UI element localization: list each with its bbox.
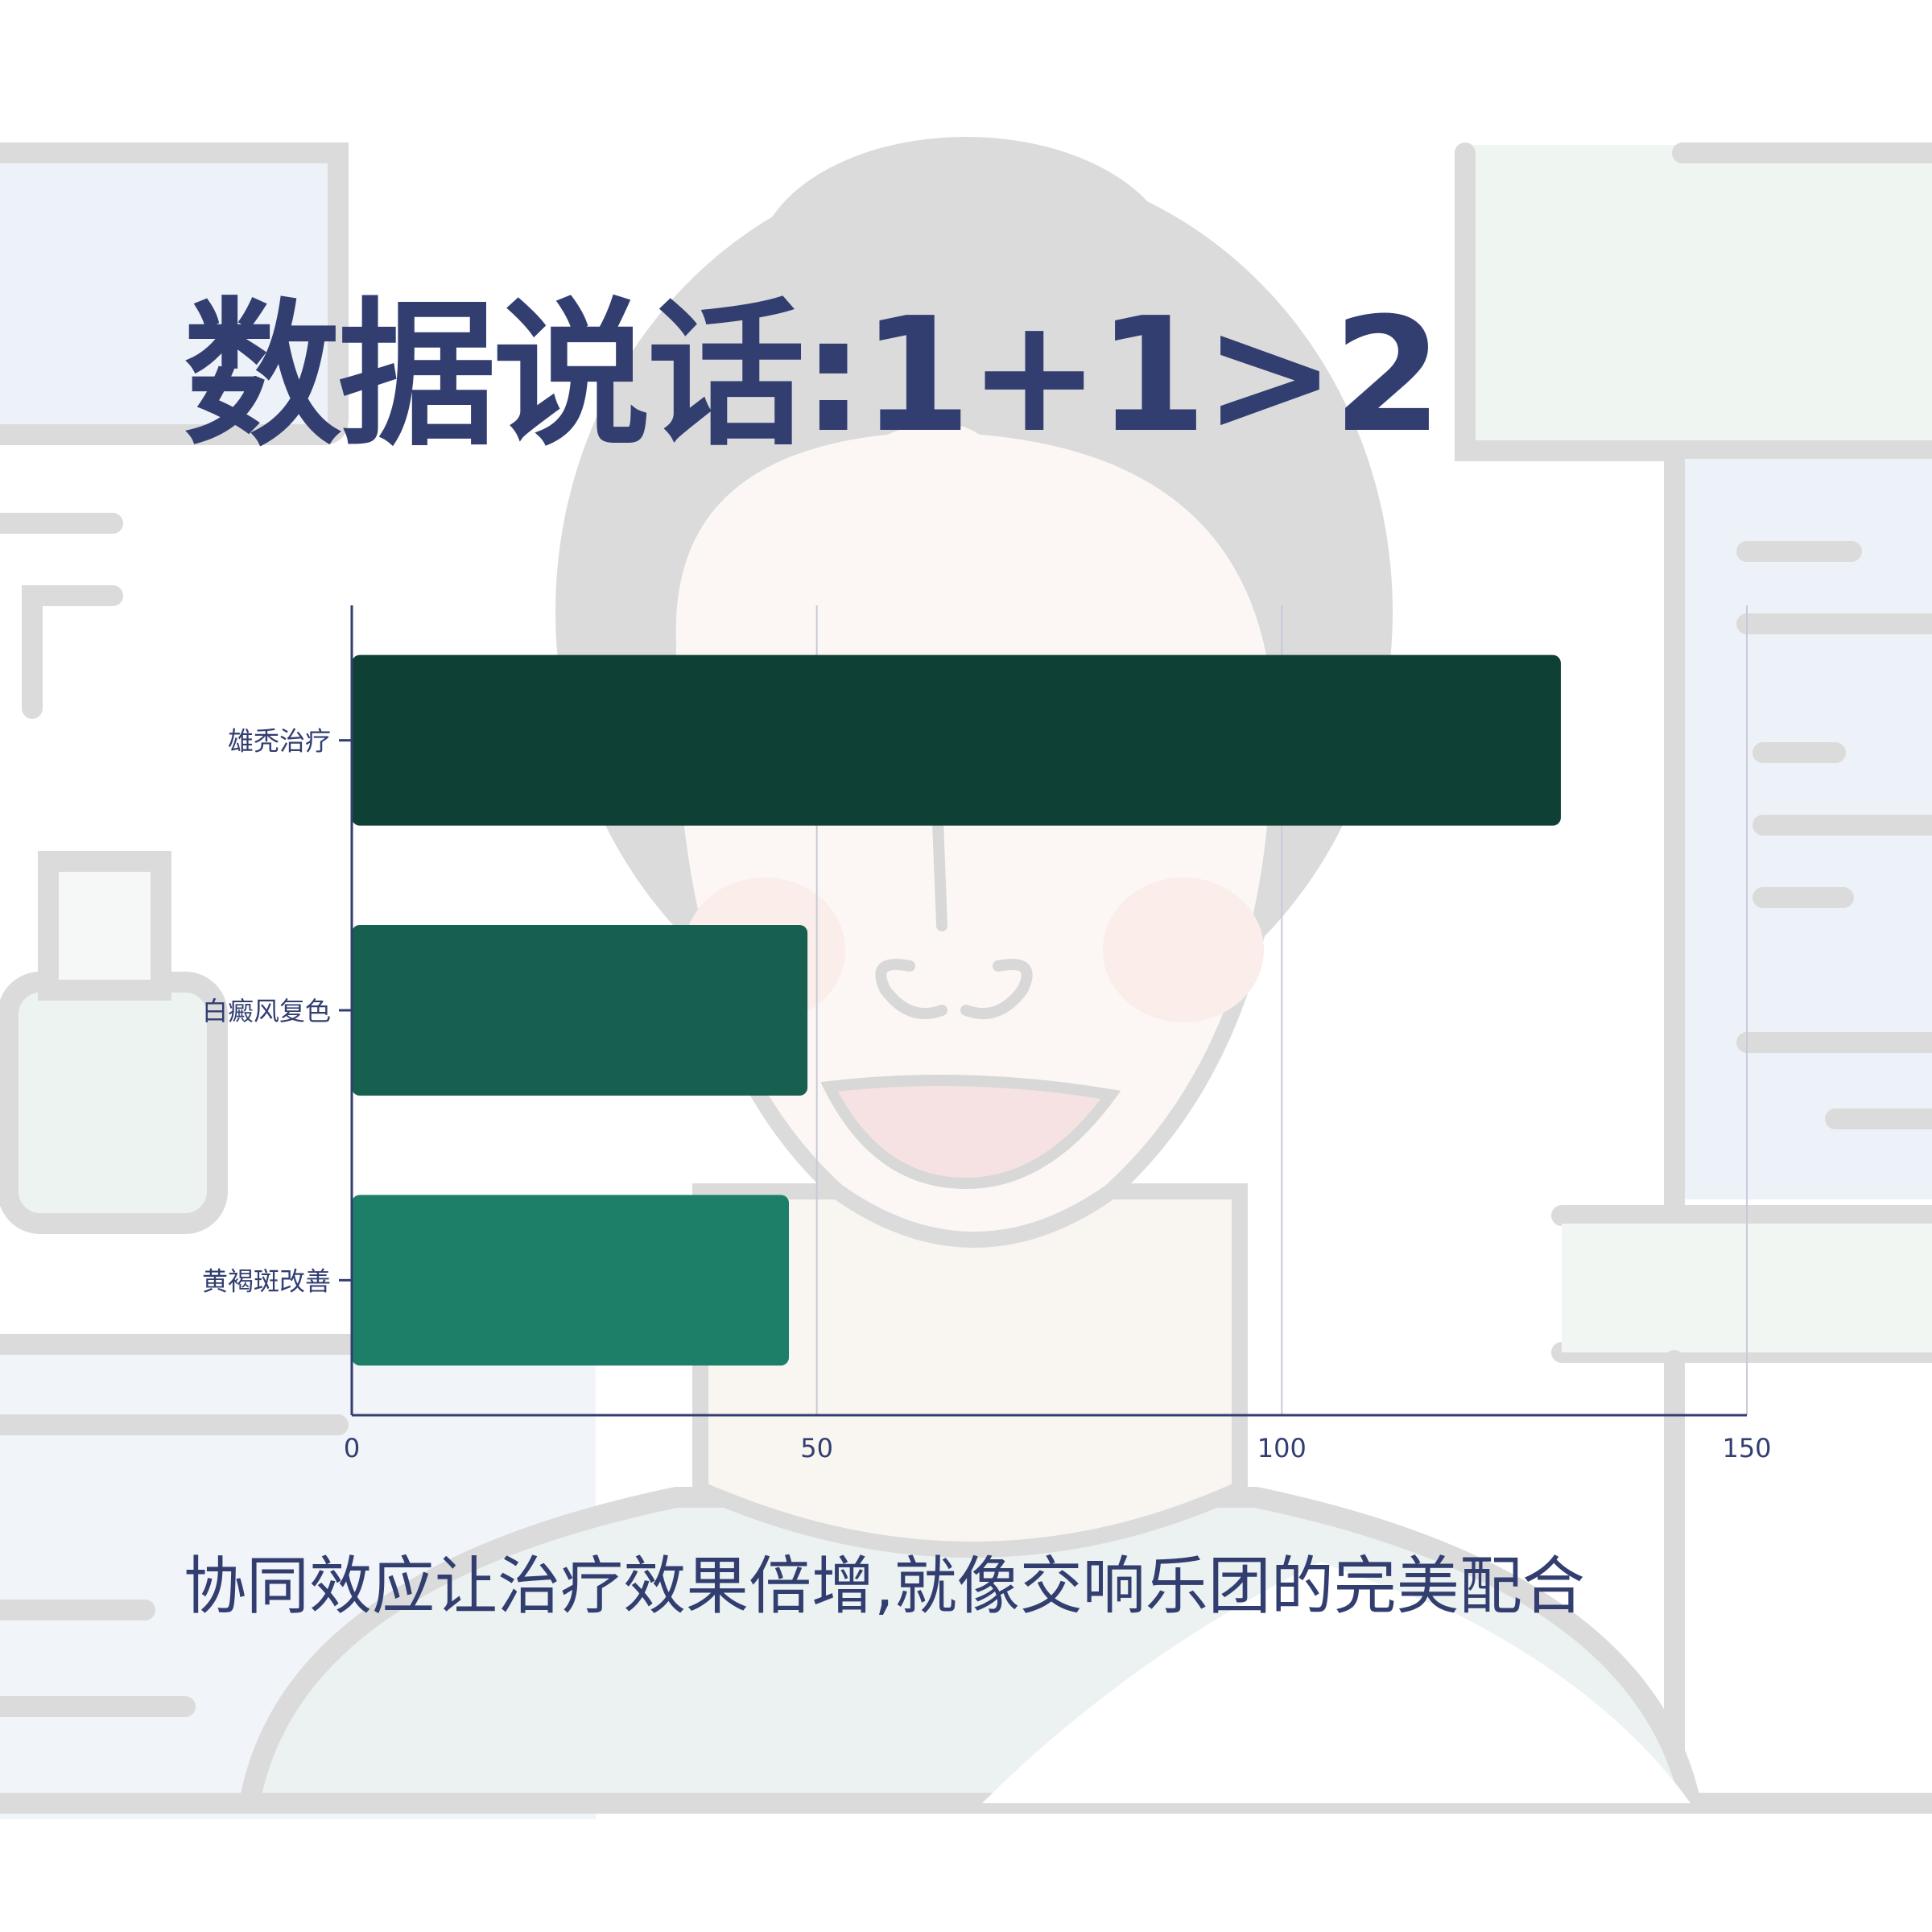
bars xyxy=(352,654,1561,1366)
x-tick-label-0: 0 xyxy=(344,1433,360,1463)
x-tick-label-3: 150 xyxy=(1722,1433,1771,1463)
category-label-2: 白癜风复色 xyxy=(202,996,331,1026)
bar-chart: 雄秃治疗白癜风复色黄褐斑改善 0 50 100 150 xyxy=(202,605,1772,1463)
category-label-1: 雄秃治疗 xyxy=(228,726,331,757)
bar-3 xyxy=(352,1195,790,1366)
poster: 数据说话:1+1>2 雄秃治疗 白癜风复色 黄褐斑改善 0 50 100 150 协同效应让… xyxy=(0,0,1932,1932)
bar-1 xyxy=(352,654,1561,826)
page-subtitle: 协同效应让治疗效果倍增,就像交响乐团的完美配合 xyxy=(184,1550,1585,1623)
category-label-3: 黄褐斑改善 xyxy=(202,1265,331,1296)
bar-2 xyxy=(352,925,808,1096)
x-tick-label-2: 100 xyxy=(1257,1433,1307,1463)
x-tick-label-1: 50 xyxy=(800,1433,833,1463)
